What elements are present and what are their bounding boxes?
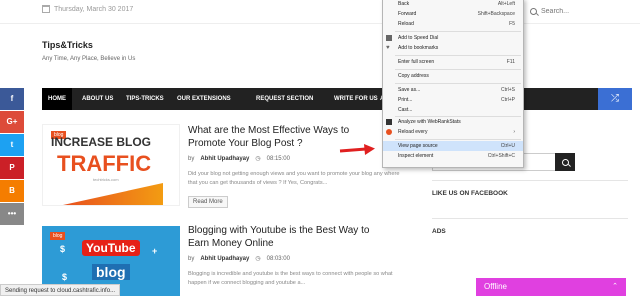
menu-separator [395,83,521,84]
menu-separator [395,55,521,56]
dollar-icon: $ [62,272,68,282]
ctx-view-page-source[interactable]: View page source Ctrl+U [383,141,523,151]
thumb-sub: techtricks.com [93,177,119,182]
heart-icon: ♥ [386,45,390,51]
ctx-copy-address[interactable]: Copy address [383,71,523,81]
top-bar: Thursday, March 30 2017 [0,0,640,24]
divider [432,180,628,181]
ctx-reload-every[interactable]: Reload every › [383,127,523,137]
thumb-graphic [63,183,163,205]
post-author[interactable]: Abhit Upadhayay [200,256,249,262]
post-meta: by Abhit Upadhayay ◷ 08:03:00 [188,255,290,263]
dollar-icon: $ [60,244,66,254]
post-thumbnail[interactable]: blog INCREASE BLOG TRAFFIC techtricks.co… [42,124,180,206]
site-tagline: Any Time, Any Place, Believe in Us [42,56,136,62]
more-icon[interactable]: ••• [0,203,24,225]
pinterest-icon[interactable]: P [0,157,24,179]
nav-tips-tricks[interactable]: TIPS-TRICKS [120,88,170,110]
offline-label: Offline [484,282,507,291]
facebook-heading: LIKE US ON FACEBOOK [432,190,508,197]
nav-about-us[interactable]: ABOUT US [76,88,119,110]
ctx-back[interactable]: Back Alt+Left [383,0,523,9]
ctx-forward[interactable]: Forward Shift+Backspace [383,9,523,19]
ctx-add-speed-dial[interactable]: Add to Speed Dial [383,33,523,43]
google-plus-icon[interactable]: G+ [0,111,24,133]
ads-heading: ADS [432,228,446,235]
chevron-up-icon: ⌃ [612,283,618,290]
twitter-icon[interactable]: t [0,134,24,156]
main-nav: HOME ABOUT US TIPS-TRICKS OUR EXTENSIONS… [42,88,632,110]
thumb-traffic: TRAFFIC [57,151,152,176]
nav-request-section[interactable]: REQUEST SECTION [250,88,319,110]
ctx-analyze-webrankstats[interactable]: Analyze with WebRankStats [383,117,523,127]
post-time: 08:15:00 [266,155,290,162]
search-icon [561,158,569,166]
author-icon: by [188,255,195,262]
nav-our-extensions[interactable]: OUR EXTENSIONS [171,88,237,110]
youtube-logo: YouTube [82,240,140,256]
ctx-full-screen[interactable]: Enter full screen F11 [383,57,523,67]
post-title[interactable]: Blogging with Youtube is the Best Way to… [188,224,388,250]
divider [432,218,628,219]
menu-separator [395,31,521,32]
facebook-icon[interactable]: f [0,88,24,110]
post-author[interactable]: Abhit Upadhayay [200,156,249,162]
status-text: Sending request to cloud.cashtrafic.info… [0,284,121,296]
thumb-headline: INCREASE BLOG [51,135,152,149]
menu-separator [395,69,521,70]
read-more-button[interactable]: Read More [188,196,228,208]
menu-separator [395,139,521,140]
context-menu: Back Alt+Left Forward Shift+Backspace Relo… [382,0,524,168]
sidebar-search-button[interactable] [555,153,575,171]
ctx-save-as[interactable]: Save as... Ctrl+S [383,85,523,95]
submenu-arrow-icon: › [513,129,515,135]
offline-chat-widget[interactable]: Offline ⌃ [476,278,626,296]
clock-icon: ◷ [255,256,261,262]
blog-logo: blog [92,264,130,280]
plus-icon: + [152,246,158,256]
post-excerpt: Blogging is incredible and youtube is th… [188,271,393,286]
reload-every-icon [386,129,392,135]
shuffle-icon[interactable]: ⤮ [598,88,632,110]
ctx-cast[interactable]: Cast... [383,105,523,115]
author-icon: by [188,155,195,162]
post-meta: by Abhit Upadhayay ◷ 08:15:00 [188,155,290,163]
date-text: Thursday, March 30 2017 [54,5,134,13]
top-search [530,4,628,18]
post-excerpt: Did your blog not getting enough views a… [188,171,400,186]
blogger-icon[interactable]: B [0,180,24,202]
arrow-annotation [339,144,375,155]
search-icon[interactable] [530,7,537,15]
calendar-icon [42,5,50,13]
date-display: Thursday, March 30 2017 [42,5,133,13]
post-time: 08:03:00 [266,255,290,262]
blog-badge: blog [50,232,66,240]
ctx-inspect-element[interactable]: Inspect element Ctrl+Shift+C [383,151,523,161]
nav-home[interactable]: HOME [42,88,72,110]
ctx-add-bookmarks[interactable]: ♥ Add to bookmarks [383,43,523,53]
search-input[interactable] [541,7,621,15]
ctx-print[interactable]: Print... Ctrl+P [383,95,523,105]
clock-icon: ◷ [255,156,261,162]
webrankstats-icon [386,119,392,125]
ctx-reload[interactable]: Reload F5 [383,19,523,29]
site-title[interactable]: Tips&Tricks [42,40,93,50]
speed-dial-icon [386,35,392,41]
